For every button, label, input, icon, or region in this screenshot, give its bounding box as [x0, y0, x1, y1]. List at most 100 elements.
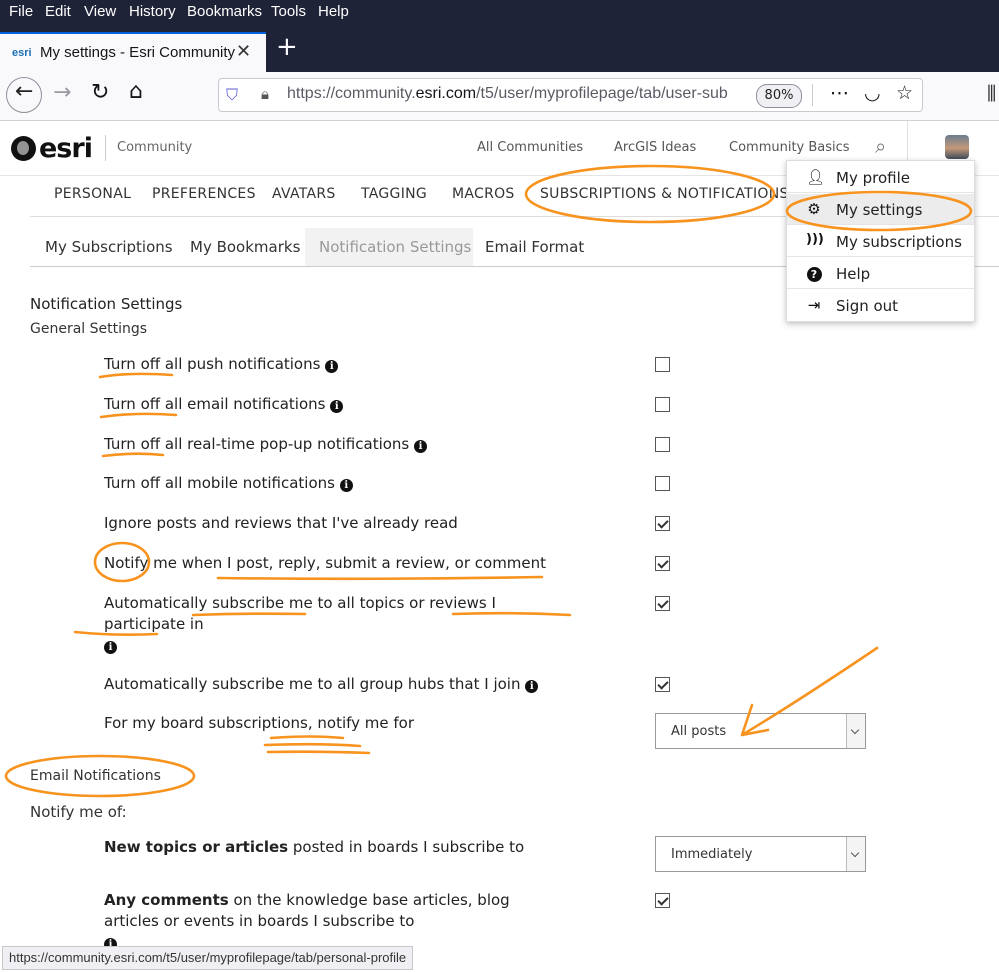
menu-history[interactable]: History — [129, 3, 176, 20]
info-icon[interactable]: i — [104, 641, 117, 654]
setting-email-off: Turn off all email notifications i — [104, 394, 574, 415]
menu-view[interactable]: View — [84, 3, 116, 20]
checkbox-any-comments[interactable] — [655, 893, 670, 908]
annotation-underline-notify-me-2 — [263, 742, 362, 748]
tab-preferences[interactable]: PREFERENCES — [152, 186, 256, 202]
annotation-underline-post-reply — [216, 575, 544, 581]
board-notify-select[interactable]: All posts — [655, 713, 866, 749]
esri-logo[interactable]: esri — [11, 133, 93, 164]
all-communities-link[interactable]: All Communities — [477, 140, 583, 155]
setting-ignore-read: Ignore posts and reviews that I've alrea… — [104, 514, 458, 532]
tab-personal[interactable]: PERSONAL — [54, 186, 131, 202]
menu-tools[interactable]: Tools — [271, 3, 306, 20]
tab-macros[interactable]: MACROS — [452, 186, 515, 202]
setting-auto-subscribe-topics: Automatically subscribe me to all topics… — [104, 594, 496, 654]
subtab-my-bookmarks[interactable]: My Bookmarks — [190, 238, 300, 256]
menu-bookmarks[interactable]: Bookmarks — [187, 3, 262, 20]
home-icon[interactable]: ⌂ — [129, 79, 143, 104]
rss-icon: ))) — [806, 232, 824, 247]
url-bar[interactable]: ⛉ 🔒︎ https://community.esri.com/t5/user/… — [218, 78, 923, 112]
search-icon[interactable]: ⌕ — [875, 134, 886, 158]
new-topics-frequency-value: Immediately — [671, 847, 753, 862]
info-icon[interactable]: i — [330, 400, 344, 413]
subtab-my-subscriptions[interactable]: My Subscriptions — [45, 238, 173, 256]
url-text[interactable]: https://community.esri.com/t5/user/mypro… — [287, 85, 749, 103]
menu-item-sign-out[interactable]: ⇥ Sign out — [787, 290, 974, 321]
user-dropdown-menu: 👤︎ My profile ⚙ My settings ))) My subsc… — [786, 160, 975, 322]
close-tab-icon[interactable]: ✕ — [236, 41, 251, 62]
community-basics-link[interactable]: Community Basics — [729, 140, 850, 155]
board-subscriptions-label: For my board subscriptions, notify me fo… — [104, 714, 415, 732]
pocket-icon[interactable]: ◡ — [864, 82, 881, 104]
zoom-level[interactable]: 80% — [756, 84, 802, 108]
tab-subscriptions-notifications[interactable]: SUBSCRIPTIONS & NOTIFICATIONS — [540, 186, 789, 202]
email-notifications-heading: Email Notifications — [30, 768, 161, 784]
notification-settings-heading: Notification Settings — [30, 295, 183, 313]
checkbox-ignore-read[interactable] — [655, 516, 670, 531]
menu-edit[interactable]: Edit — [45, 3, 71, 20]
browser-tab[interactable]: esri My settings - Esri Community ✕ — [0, 32, 266, 72]
board-notify-value: All posts — [671, 724, 727, 739]
new-topics-frequency-select[interactable]: Immediately — [655, 836, 866, 872]
checkbox-popup-off[interactable] — [655, 437, 670, 452]
forward-button[interactable]: → — [53, 80, 71, 105]
menu-item-my-subscriptions[interactable]: ))) My subscriptions — [787, 226, 974, 257]
status-bar-url: https://community.esri.com/t5/user/mypro… — [2, 946, 414, 970]
subtab-notification-settings[interactable]: Notification Settings — [319, 238, 471, 256]
general-settings-heading: General Settings — [30, 321, 148, 337]
checkbox-mobile-off[interactable] — [655, 476, 670, 491]
reload-icon[interactable]: ↻ — [91, 80, 109, 105]
gear-icon: ⚙ — [807, 200, 821, 218]
setting-any-comments: Any comments on the knowledge base artic… — [104, 891, 510, 951]
tab-tagging[interactable]: TAGGING — [361, 186, 427, 202]
url-bar-separator — [812, 84, 813, 106]
community-link[interactable]: Community — [117, 140, 192, 155]
checkbox-email-off[interactable] — [655, 397, 670, 412]
avatar[interactable] — [945, 135, 969, 159]
tracking-shield-icon[interactable]: ⛉ — [226, 85, 238, 105]
setting-auto-subscribe-hubs: Automatically subscribe me to all group … — [104, 674, 574, 695]
chevron-down-icon — [846, 837, 865, 871]
info-icon[interactable]: i — [339, 479, 353, 492]
subtab-email-format[interactable]: Email Format — [485, 238, 584, 256]
user-icon: 👤︎ — [806, 168, 826, 186]
back-arrow-icon: ← — [15, 79, 34, 104]
back-button[interactable]: ← — [6, 77, 42, 113]
setting-popup-off: Turn off all real-time pop-up notificati… — [104, 434, 574, 455]
info-icon[interactable]: i — [325, 360, 339, 373]
esri-favicon: esri — [12, 47, 32, 59]
arcgis-ideas-link[interactable]: ArcGIS Ideas — [614, 140, 696, 155]
chevron-down-icon — [846, 714, 865, 748]
menu-file[interactable]: File — [9, 3, 33, 20]
navigation-toolbar: ← → ↻ ⌂ ⛉ 🔒︎ https://community.esri.com/… — [0, 72, 999, 121]
setting-mobile-off: Turn off all mobile notifications i — [104, 473, 574, 494]
tab-avatars[interactable]: AVATARS — [272, 186, 336, 202]
setting-new-topics: New topics or articles posted in boards … — [104, 838, 525, 856]
checkbox-auto-subscribe-topics[interactable] — [655, 596, 670, 611]
menu-item-my-settings[interactable]: ⚙ My settings — [787, 194, 974, 225]
menu-help[interactable]: Help — [318, 3, 349, 20]
lock-icon[interactable]: 🔒︎ — [261, 85, 269, 103]
notify-me-of-label: Notify me of: — [30, 803, 127, 821]
sign-out-icon: ⇥ — [807, 296, 821, 314]
setting-push-off: Turn off all push notifications i — [104, 354, 574, 375]
tab-title: My settings - Esri Community — [40, 44, 236, 61]
page-actions-icon[interactable]: ⋯ — [830, 82, 849, 104]
menu-item-my-profile[interactable]: 👤︎ My profile — [787, 162, 974, 193]
menu-item-help[interactable]: ? Help — [787, 258, 974, 289]
browser-menubar: File Edit View History Bookmarks Tools H… — [0, 0, 999, 24]
checkbox-auto-subscribe-hubs[interactable] — [655, 677, 670, 692]
new-tab-icon[interactable]: + — [276, 32, 298, 62]
checkbox-notify-own-posts[interactable] — [655, 556, 670, 571]
bookmark-star-icon[interactable]: ☆ — [896, 82, 913, 104]
annotation-underline-notify-me-1 — [269, 735, 345, 740]
checkbox-push-off[interactable] — [655, 357, 670, 372]
setting-notify-own-posts: Notify me when I post, reply, submit a r… — [104, 554, 547, 572]
globe-icon — [11, 136, 36, 161]
info-icon[interactable]: i — [525, 680, 539, 693]
library-icon[interactable]: ⫴ — [987, 82, 996, 107]
header-divider — [105, 135, 106, 161]
annotation-underline-notify-me-3 — [266, 750, 371, 755]
question-icon: ? — [806, 264, 822, 282]
info-icon[interactable]: i — [414, 440, 428, 453]
